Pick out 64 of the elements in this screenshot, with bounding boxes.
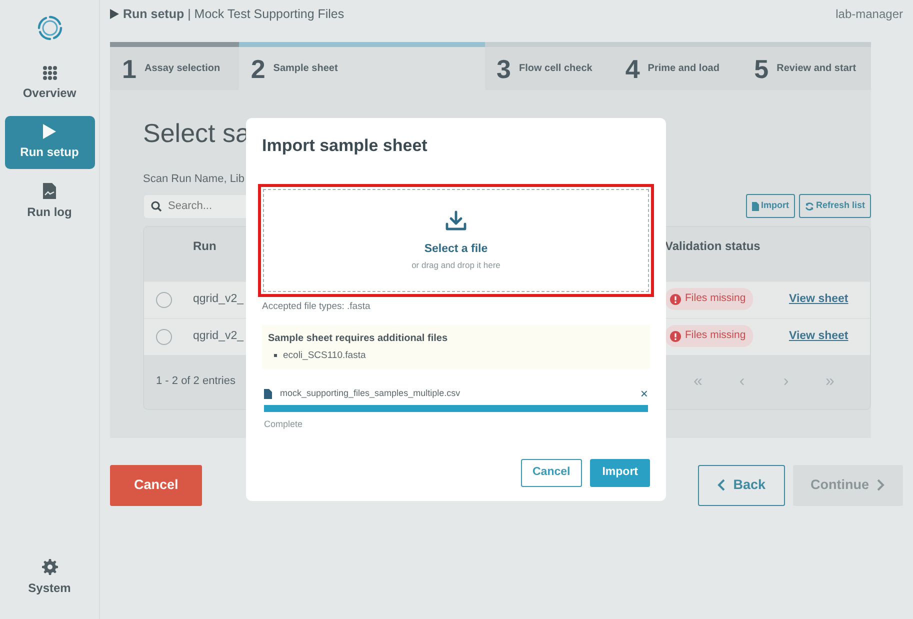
alert-icon bbox=[670, 294, 681, 305]
download-icon bbox=[445, 210, 467, 232]
step-number: 4 bbox=[625, 56, 640, 82]
alert-icon bbox=[670, 330, 681, 342]
step-label: Assay selection bbox=[144, 62, 220, 76]
refresh-button[interactable]: Refresh list bbox=[798, 194, 871, 218]
grid-icon bbox=[42, 66, 58, 80]
sidebar-item[interactable]: Run log bbox=[4, 175, 94, 229]
step-label: Flow cell check bbox=[518, 62, 592, 76]
dialog-title: Import sample sheet bbox=[262, 136, 428, 156]
entries-count: 1 - 2 of 2 entries bbox=[156, 374, 236, 390]
chevron-left-icon bbox=[717, 479, 726, 492]
cancel-button[interactable]: Cancel bbox=[520, 459, 582, 487]
gear-icon bbox=[42, 559, 58, 575]
file-drop-zone[interactable]: Select a file or drag and drop it here bbox=[263, 189, 649, 292]
file-icon bbox=[264, 388, 272, 399]
column-header: Run bbox=[193, 238, 216, 253]
step-number: 2 bbox=[250, 56, 266, 82]
sidebar-item[interactable]: System bbox=[4, 551, 94, 605]
sidebar-item[interactable]: Run setup bbox=[4, 116, 94, 169]
file-icon bbox=[752, 202, 759, 211]
step-tab[interactable]: 4 Prime and load bbox=[613, 42, 742, 90]
user-name: lab-manager bbox=[836, 6, 903, 23]
search-icon bbox=[151, 200, 162, 212]
bullet-icon bbox=[274, 354, 277, 358]
step-number: 1 bbox=[122, 56, 136, 82]
table-cell: qgrid_v2_ bbox=[193, 330, 244, 342]
remove-file-button[interactable]: × bbox=[640, 387, 648, 400]
upload-status: Complete bbox=[264, 418, 304, 432]
radio-button[interactable] bbox=[156, 292, 172, 308]
import-button[interactable]: Import bbox=[746, 194, 795, 218]
sidebar-item[interactable]: Overview bbox=[4, 58, 94, 110]
chevron-right-icon bbox=[877, 479, 885, 492]
column-header: Validation status bbox=[665, 238, 760, 253]
accepted-types-text: Accepted file types: .fasta bbox=[262, 300, 372, 314]
document-icon bbox=[43, 183, 56, 199]
status-badge: Files missing bbox=[665, 325, 753, 348]
table-cell: qgrid_v2_ bbox=[193, 293, 244, 306]
step-label: Review and start bbox=[776, 62, 856, 76]
play-icon bbox=[43, 124, 56, 139]
step-label: Prime and load bbox=[648, 62, 720, 76]
status-badge: Files missing bbox=[665, 288, 753, 310]
step-number: 5 bbox=[754, 56, 769, 82]
import-button[interactable]: Import bbox=[590, 459, 650, 487]
cancel-button[interactable]: Cancel bbox=[110, 464, 202, 506]
drop-zone-subtitle: or drag and drop it here bbox=[412, 258, 500, 272]
refresh-icon bbox=[804, 202, 814, 211]
drop-zone-title: Select a file bbox=[424, 242, 488, 258]
step-tab[interactable]: 1 Assay selection bbox=[110, 42, 239, 90]
back-button[interactable]: Back bbox=[698, 464, 784, 506]
breadcrumb: Run setup | Mock Test Supporting Files bbox=[123, 6, 344, 23]
view-sheet-link[interactable]: View sheet bbox=[789, 330, 848, 342]
play-icon bbox=[110, 9, 119, 20]
required-file-name: ecoli_SCS110.fasta bbox=[283, 348, 366, 363]
view-sheet-link[interactable]: View sheet bbox=[789, 293, 848, 306]
hint-text: Scan Run Name, Lib bbox=[143, 172, 244, 188]
step-number: 3 bbox=[496, 56, 511, 82]
radio-button[interactable] bbox=[156, 328, 172, 345]
step-tab[interactable]: 3 Flow cell check bbox=[484, 42, 614, 90]
notice-title: Sample sheet requires additional files bbox=[268, 332, 449, 346]
step-tab[interactable]: 5 Review and start bbox=[742, 42, 871, 90]
logo-icon bbox=[36, 14, 64, 42]
file-name: mock_supporting_files_samples_multiple.csv bbox=[280, 386, 460, 400]
step-label: Sample sheet bbox=[273, 62, 338, 76]
